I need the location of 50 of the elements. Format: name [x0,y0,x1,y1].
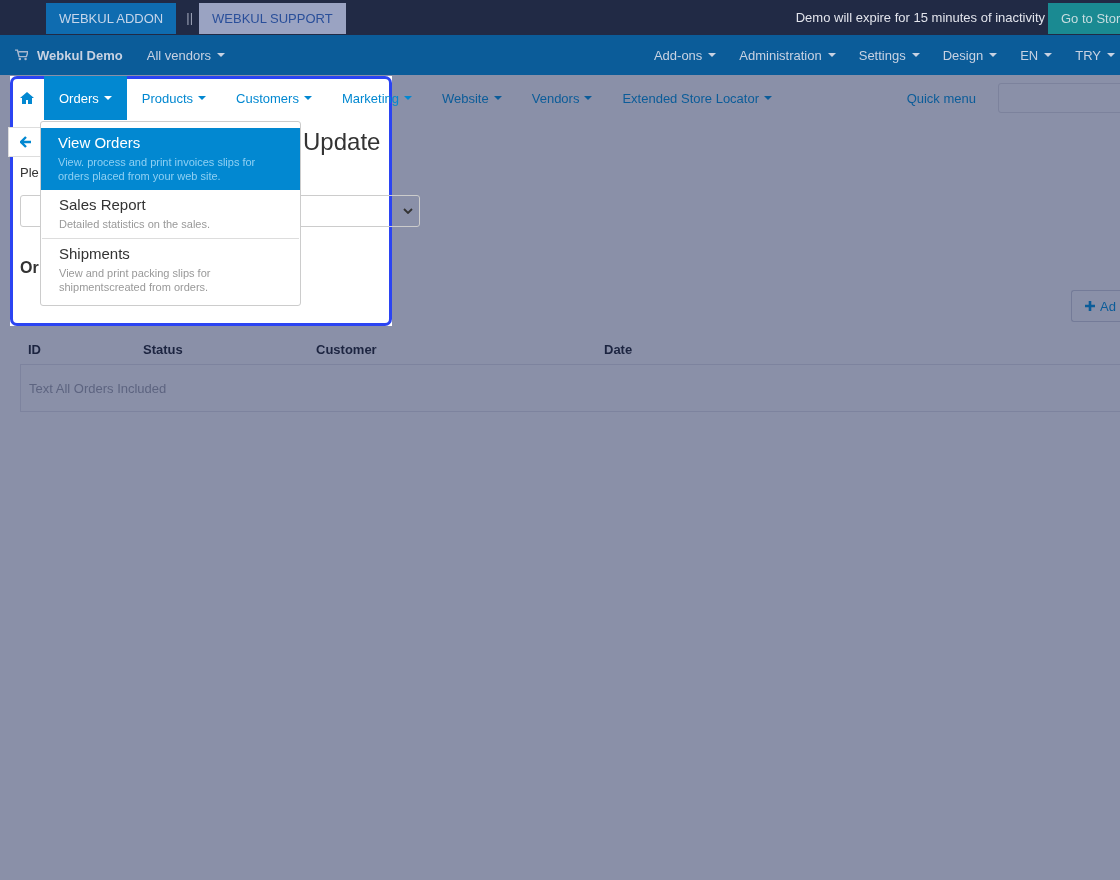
chevron-down-icon [403,208,413,214]
caret-icon [404,96,412,100]
menu-item[interactable]: Sales Report Detailed statistics on the sales. [42,190,299,239]
admin-menu[interactable]: Settings [858,47,920,63]
hint-text: Ple [20,164,39,182]
brand-link[interactable]: Webkul Demo [15,47,123,63]
caret-icon [989,53,998,57]
nav-tab[interactable]: Orders [44,76,127,120]
caret-icon [103,96,112,100]
expiry-notice: Demo will expire for 15 minutes of inactivity [795,10,1045,25]
back-arrow-icon [20,135,32,148]
nav-tab[interactable]: Products [126,76,222,120]
caret-icon [827,53,836,57]
caret-icon [584,96,593,100]
page-title: Update [303,127,381,156]
caret-icon [303,96,312,100]
caret-icon [911,53,920,57]
menu-item[interactable]: View Orders View. process and print invoices slips for orders placed from your web site. [41,128,300,190]
section-heading: Or [20,259,39,277]
admin-menu[interactable]: TRY [1075,47,1115,63]
nav-tab[interactable]: Customers [221,76,327,120]
caret-icon [708,53,717,57]
top-bar-button[interactable]: WEBKUL SUPPORT [199,3,346,34]
nav-tab[interactable]: Website [427,76,517,120]
home-icon [20,92,34,104]
column-header: Status [143,341,184,357]
menu-item[interactable]: Shipments View and print packing slips for shipmentscreated from orders. [42,239,299,301]
admin-menu[interactable]: Administration [739,47,836,63]
caret-icon [493,96,502,100]
top-bar-button[interactable]: WEBKUL ADDON [46,3,177,34]
admin-menu[interactable]: Design [942,47,998,63]
nav-tab[interactable]: Vendors [516,76,608,120]
column-header: Date [604,341,633,357]
admin-menu[interactable]: EN [1020,47,1053,63]
caret-icon [217,53,226,57]
caret-icon [198,96,207,100]
caret-icon [1107,53,1115,57]
caret-icon [764,96,772,100]
quick-menu-link[interactable]: Quick menu [906,90,976,106]
column-header: ID [28,341,42,357]
separator-text: || [186,10,194,25]
admin-menu[interactable]: Add-ons [653,47,717,63]
column-header: Customer [316,341,378,357]
nav-tab[interactable]: Extended Store Locator [607,76,787,120]
add-button[interactable]: Ad [1071,290,1120,322]
caret-icon [1044,53,1053,57]
cart-icon [15,49,28,61]
vendor-select[interactable]: All vendors [146,47,226,63]
go-to-store-button[interactable]: Go to Stor [1048,3,1120,34]
plus-icon [1085,301,1096,311]
